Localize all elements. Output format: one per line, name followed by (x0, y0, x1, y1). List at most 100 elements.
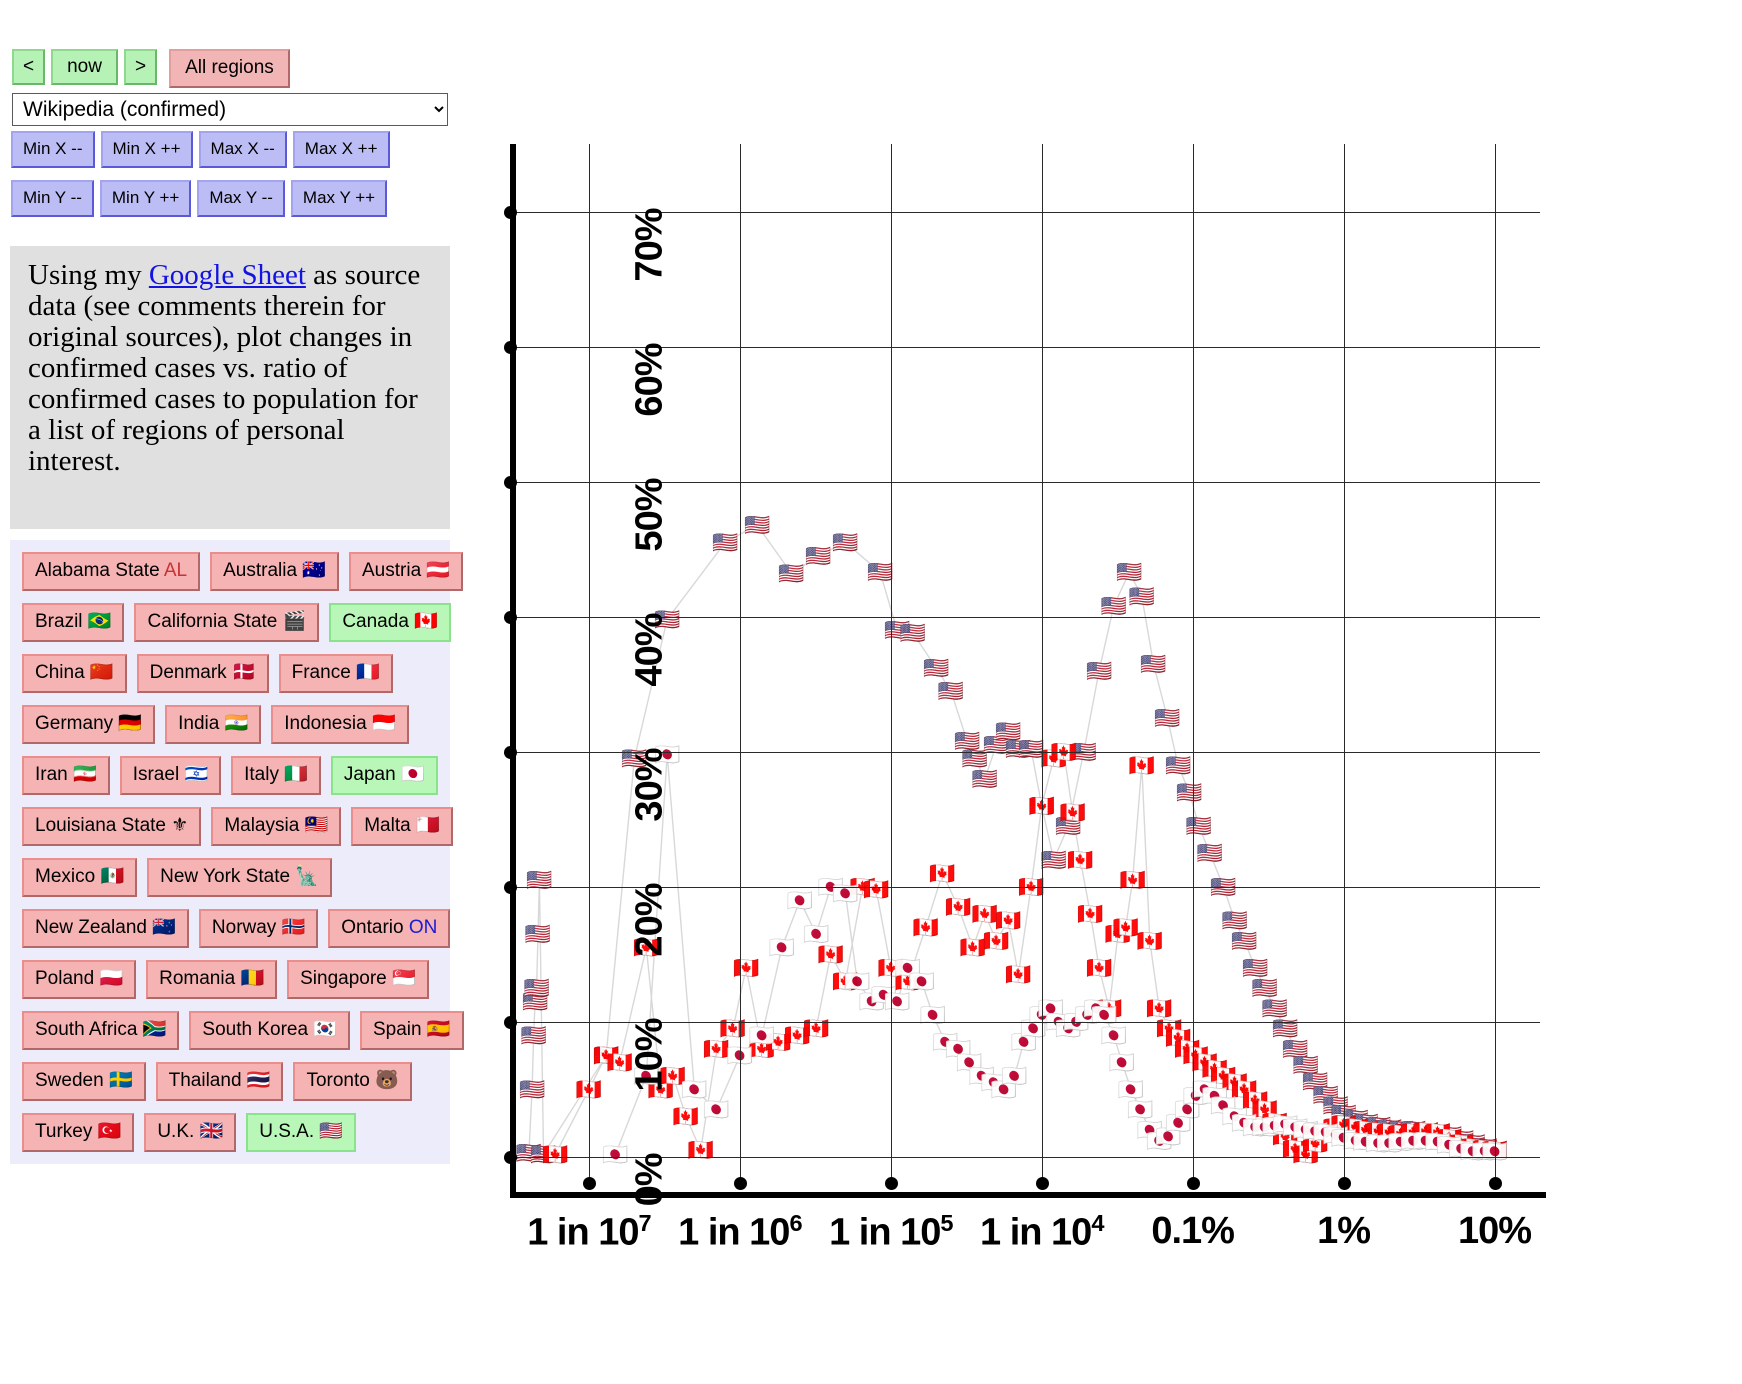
region-toggle-turkey[interactable]: Turkey 🇹🇷 (22, 1113, 135, 1152)
data-point-marker-u-s-a: 🇺🇸 (519, 1078, 545, 1102)
data-point-marker-canada: 🇨🇦 (688, 1138, 714, 1162)
region-flag-icon: 🇮🇱 (184, 763, 209, 785)
region-label: South Korea (202, 1019, 314, 1040)
x-gridline (890, 144, 892, 1184)
min-y-increase-button[interactable]: Min Y ++ (99, 180, 192, 217)
data-point-marker-canada: 🇨🇦 (863, 878, 889, 902)
region-toggle-california-state[interactable]: California State 🎬 (134, 603, 320, 642)
region-toggle-brazil[interactable]: Brazil 🇧🇷 (22, 603, 125, 642)
min-x-increase-button[interactable]: Min X ++ (100, 131, 193, 168)
data-point-marker-u-s-a: 🇺🇸 (867, 560, 893, 584)
region-toggle-u-k[interactable]: U.K. 🇬🇧 (144, 1113, 237, 1152)
region-toggle-u-s-a[interactable]: U.S.A. 🇺🇸 (246, 1113, 357, 1152)
region-row: China 🇨🇳 Denmark 🇩🇰 France 🇫🇷 (22, 654, 450, 693)
now-button[interactable]: now (51, 49, 118, 85)
y-axis-tick-label: 50% (628, 478, 671, 552)
y-tick-marker (504, 340, 517, 354)
region-flag-icon: 🇦🇹 (426, 559, 451, 581)
region-label: Alabama State (35, 560, 164, 581)
region-toggle-new-zealand[interactable]: New Zealand 🇳🇿 (22, 909, 189, 948)
y-axis-tick-label: 60% (628, 343, 671, 417)
region-toggle-norway[interactable]: Norway 🇳🇴 (198, 909, 319, 948)
region-toggle-germany[interactable]: Germany 🇩🇪 (22, 705, 156, 744)
region-toggle-toronto[interactable]: Toronto 🐻 (293, 1062, 412, 1101)
region-toggle-china[interactable]: China 🇨🇳 (22, 654, 127, 693)
region-toggle-iran[interactable]: Iran 🇮🇷 (22, 756, 110, 795)
region-toggle-romania[interactable]: Romania 🇷🇴 (146, 960, 278, 999)
region-row: Sweden 🇸🇪 Thailand 🇹🇭 Toronto 🐻 (22, 1062, 450, 1101)
region-toggle-india[interactable]: India 🇮🇳 (165, 705, 262, 744)
x-gridline (1041, 144, 1043, 1184)
max-y-decrease-button[interactable]: Max Y -- (197, 180, 285, 217)
data-point-marker-canada: 🇨🇦 (929, 861, 955, 885)
region-toggle-malta[interactable]: Malta 🇲🇹 (351, 807, 453, 846)
region-flag-icon: 🗽 (295, 865, 320, 887)
region-label: India (178, 713, 225, 734)
y-tick-marker (504, 475, 517, 489)
region-toggle-austria[interactable]: Austria 🇦🇹 (349, 552, 464, 591)
region-flag-icon: 🇯🇵 (400, 763, 425, 785)
data-point-marker-japan: 🇯🇵 (787, 888, 813, 912)
min-y-decrease-button[interactable]: Min Y -- (11, 180, 94, 217)
next-day-button[interactable]: > (123, 49, 158, 85)
data-point-marker-japan: 🇯🇵 (1001, 1064, 1027, 1088)
region-label: Thailand (168, 1070, 247, 1091)
x-gridline (588, 144, 590, 1184)
region-flag-icon: 🇮🇩 (371, 712, 396, 734)
region-toggle-sweden[interactable]: Sweden 🇸🇪 (22, 1062, 146, 1101)
x-axis-tick-label: 1 in 105 (829, 1210, 953, 1254)
region-toggle-new-york-state[interactable]: New York State 🗽 (147, 858, 333, 897)
region-toggle-mexico[interactable]: Mexico 🇲🇽 (22, 858, 138, 897)
max-x-decrease-button[interactable]: Max X -- (198, 131, 287, 168)
data-point-marker-u-s-a: 🇺🇸 (900, 621, 926, 645)
data-point-marker-u-s-a: 🇺🇸 (1186, 814, 1212, 838)
data-point-marker-u-s-a: 🇺🇸 (525, 922, 551, 946)
max-x-increase-button[interactable]: Max X ++ (292, 131, 390, 168)
description-rest: as source data (see comments therein for… (28, 259, 421, 478)
data-source-select[interactable]: Wikipedia (confirmed) (12, 93, 448, 126)
region-toggle-france[interactable]: France 🇫🇷 (278, 654, 393, 693)
region-toggle-canada[interactable]: Canada 🇨🇦 (329, 603, 451, 642)
region-toggle-israel[interactable]: Israel 🇮🇱 (119, 756, 222, 795)
region-toggle-spain[interactable]: Spain 🇪🇸 (360, 1011, 464, 1050)
region-toggle-south-africa[interactable]: South Africa 🇿🇦 (22, 1011, 180, 1050)
region-toggle-japan[interactable]: Japan 🇯🇵 (330, 756, 438, 795)
data-point-marker-canada: 🇨🇦 (803, 1017, 829, 1041)
region-flag-icon: 🇹🇷 (97, 1120, 122, 1142)
region-flag-icon: 🇹🇭 (246, 1069, 271, 1091)
region-toggle-ontario[interactable]: Ontario ON (328, 909, 451, 948)
region-toggle-singapore[interactable]: Singapore 🇸🇬 (287, 960, 429, 999)
region-flag-icon: 🇪🇸 (426, 1018, 451, 1040)
region-flag-icon: 🐻 (375, 1069, 399, 1091)
data-point-marker-u-s-a: 🇺🇸 (1154, 706, 1180, 730)
region-toggle-south-korea[interactable]: South Korea 🇰🇷 (189, 1011, 350, 1050)
x-gridline (1494, 144, 1496, 1184)
x-axis-tick-label: 1 in 104 (980, 1210, 1104, 1254)
data-point-marker-japan: 🇯🇵 (884, 990, 910, 1014)
region-toggle-denmark[interactable]: Denmark 🇩🇰 (136, 654, 269, 693)
max-y-increase-button[interactable]: Max Y ++ (290, 180, 388, 217)
all-regions-button[interactable]: All regions (169, 49, 290, 88)
x-tick-marker (1337, 1177, 1351, 1190)
region-toggle-italy[interactable]: Italy 🇮🇹 (231, 756, 321, 795)
region-toggle-australia[interactable]: Australia 🇦🇺 (210, 552, 339, 591)
region-toggle-poland[interactable]: Poland 🇵🇱 (22, 960, 137, 999)
x-axis-tick-label: 1 in 107 (527, 1210, 651, 1254)
region-toggle-indonesia[interactable]: Indonesia 🇮🇩 (271, 705, 409, 744)
region-label: Romania (159, 968, 241, 989)
region-toggle-louisiana-state[interactable]: Louisiana State ⚜ (22, 807, 202, 846)
region-label: Norway (211, 917, 282, 938)
region-row: Mexico 🇲🇽 New York State 🗽 (22, 858, 450, 897)
data-point-marker-japan: 🇯🇵 (769, 936, 795, 960)
region-toggle-alabama-state[interactable]: Alabama State AL (22, 552, 201, 591)
region-code: ON (408, 917, 438, 938)
min-x-decrease-button[interactable]: Min X -- (11, 131, 95, 168)
data-point-marker-canada: 🇨🇦 (1137, 929, 1163, 953)
region-toggle-malaysia[interactable]: Malaysia 🇲🇾 (211, 807, 342, 846)
prev-day-button[interactable]: < (12, 49, 46, 85)
data-point-marker-u-s-a: 🇺🇸 (1086, 659, 1112, 683)
region-flag-icon: 🇧🇷 (87, 610, 112, 632)
google-sheet-link[interactable]: Google Sheet (149, 259, 306, 291)
data-point-marker-u-s-a: 🇺🇸 (526, 868, 552, 892)
region-toggle-thailand[interactable]: Thailand 🇹🇭 (155, 1062, 284, 1101)
